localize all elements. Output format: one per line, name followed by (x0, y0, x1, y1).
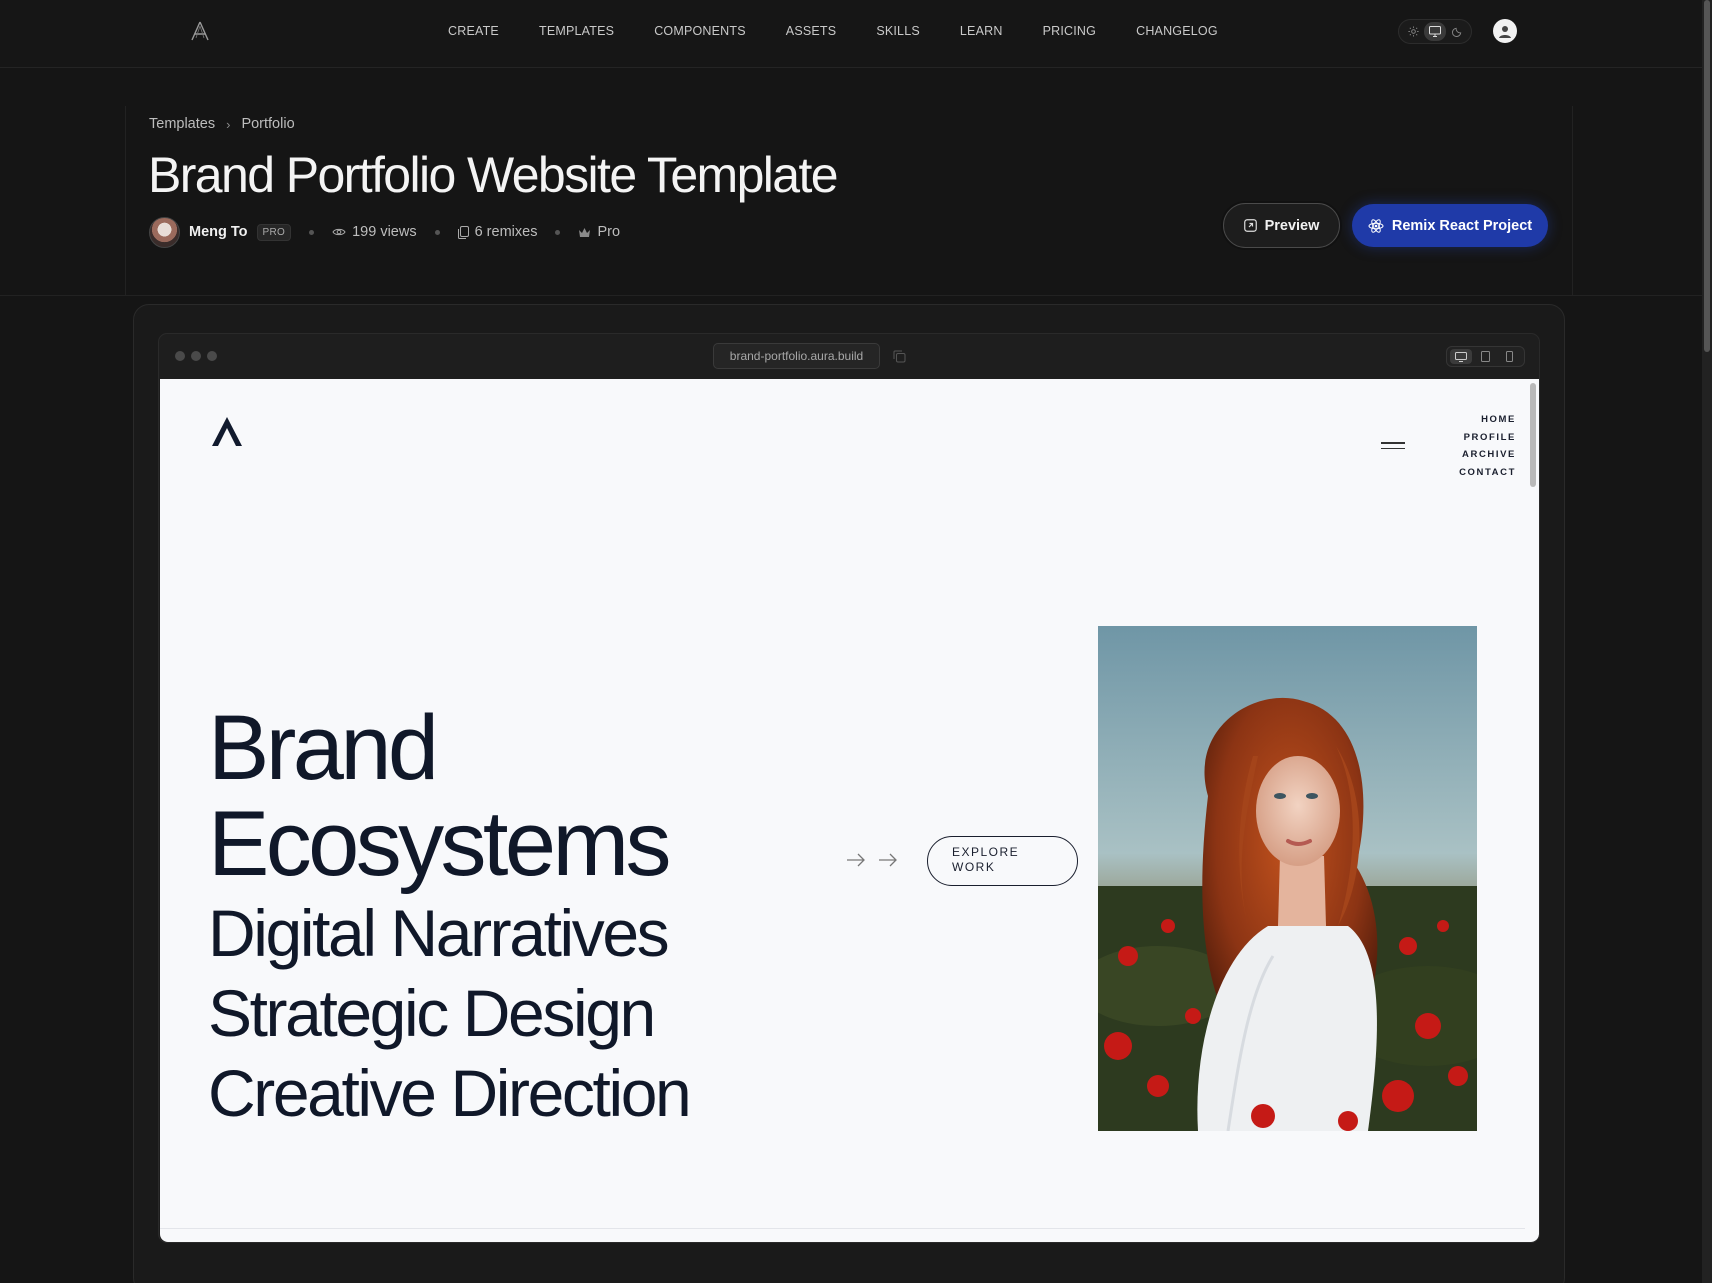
explore-work-label-line-1: EXPLORE (952, 845, 1020, 859)
external-link-icon (1243, 219, 1257, 232)
moon-icon (1451, 27, 1461, 37)
template-meta: Meng To PRO 199 views 6 remixes Pro (149, 216, 620, 248)
desktop-view-button[interactable] (1450, 349, 1473, 364)
site-menu-home[interactable]: HOME (1420, 411, 1516, 429)
top-navigation: CREATE TEMPLATES COMPONENTS ASSETS SKILL… (0, 0, 1702, 68)
hero-heading-line-1: Brand (208, 697, 439, 799)
section-divider (160, 1228, 1525, 1229)
nav-learn[interactable]: LEARN (960, 24, 1003, 38)
aura-logo-icon[interactable] (188, 19, 212, 43)
nav-create[interactable]: CREATE (448, 24, 499, 38)
header-divider (0, 295, 1702, 296)
page-scrollbar[interactable] (1702, 0, 1712, 1283)
nav-components[interactable]: COMPONENTS (654, 24, 746, 38)
site-scrollbar[interactable] (1530, 383, 1536, 487)
site-logo-icon[interactable] (210, 415, 244, 447)
tablet-icon (1480, 351, 1490, 362)
nav-skills[interactable]: SKILLS (876, 24, 920, 38)
device-toggle (1446, 346, 1525, 367)
site-menu-archive[interactable]: ARCHIVE (1420, 446, 1516, 464)
hero-subline-3: Creative Direction (208, 1056, 692, 1130)
pro-badge: PRO (256, 223, 292, 241)
page-title: Brand Portfolio Website Template (148, 147, 839, 203)
breadcrumb: Templates › Portfolio (149, 116, 295, 132)
user-avatar[interactable] (1493, 19, 1517, 43)
preview-button-label: Preview (1264, 217, 1320, 234)
desktop-icon (1455, 351, 1468, 362)
explore-work-button[interactable]: EXPLORE WORK (927, 836, 1078, 886)
site-menu: HOME PROFILE ARCHIVE CONTACT (1420, 411, 1516, 481)
site-menu-contact[interactable]: CONTACT (1420, 464, 1516, 482)
window-controls (175, 351, 217, 361)
remix-count: 6 remixes (457, 224, 538, 240)
main-nav: CREATE TEMPLATES COMPONENTS ASSETS SKILL… (448, 0, 1258, 62)
nav-pricing[interactable]: PRICING (1043, 24, 1097, 38)
author-avatar[interactable] (149, 216, 180, 248)
hero-subline-2: Strategic Design (208, 976, 656, 1050)
arrow-right-icon (879, 853, 897, 867)
light-theme-button[interactable] (1402, 22, 1424, 41)
site-viewport: HOME PROFILE ARCHIVE CONTACT Brand Ecosy… (160, 379, 1539, 1242)
breadcrumb-portfolio[interactable]: Portfolio (241, 116, 294, 132)
nav-assets[interactable]: ASSETS (786, 24, 837, 38)
phone-icon (1506, 351, 1514, 362)
page-scrollbar-thumb[interactable] (1704, 0, 1710, 352)
browser-preview: brand-portfolio.aura.build HOME PROFILE … (158, 333, 1540, 1243)
preview-button[interactable]: Preview (1223, 203, 1340, 248)
tier-label-group: Pro (578, 224, 620, 240)
explore-work-label-line-2: WORK (952, 860, 996, 874)
theme-toggle (1398, 19, 1472, 44)
system-theme-button[interactable] (1424, 22, 1446, 41)
hero-portrait-image (1098, 626, 1477, 1131)
sun-icon (1407, 26, 1419, 37)
tier-label: Pro (597, 224, 621, 240)
dark-theme-button[interactable] (1446, 22, 1468, 41)
copy-url-icon[interactable] (893, 350, 906, 363)
separator-dot (555, 229, 561, 235)
views-count: 199 views (332, 224, 417, 240)
arrow-right-icon (847, 853, 865, 867)
separator-dot (434, 229, 440, 235)
hero-subline-1: Digital Narratives (208, 896, 670, 970)
site-menu-profile[interactable]: PROFILE (1420, 429, 1516, 447)
breadcrumb-templates[interactable]: Templates (149, 116, 215, 132)
portrait-illustration (1098, 626, 1477, 1131)
chevron-right-icon: › (226, 116, 231, 132)
hamburger-menu-icon[interactable] (1381, 442, 1405, 453)
nav-changelog[interactable]: CHANGELOG (1136, 24, 1218, 38)
user-avatar-icon (1499, 26, 1511, 38)
remixes-label: 6 remixes (474, 224, 538, 240)
hero-heading-line-2: Ecosystems (208, 793, 672, 895)
monitor-icon (1429, 26, 1441, 37)
react-icon (1368, 218, 1384, 233)
nav-templates[interactable]: TEMPLATES (539, 24, 614, 38)
remix-button-label: Remix React Project (1391, 217, 1533, 234)
author-name[interactable]: Meng To (189, 224, 248, 240)
mobile-view-button[interactable] (1499, 349, 1521, 364)
arrow-icons (846, 853, 898, 867)
remix-react-project-button[interactable]: Remix React Project (1352, 204, 1548, 247)
tablet-view-button[interactable] (1474, 349, 1496, 364)
copy-icon (457, 225, 469, 239)
views-label: 199 views (352, 224, 417, 240)
eye-icon (332, 228, 346, 236)
separator-dot (309, 229, 315, 235)
crown-icon (579, 227, 591, 237)
browser-toolbar: brand-portfolio.aura.build (159, 334, 1539, 379)
url-bar[interactable]: brand-portfolio.aura.build (713, 343, 880, 369)
